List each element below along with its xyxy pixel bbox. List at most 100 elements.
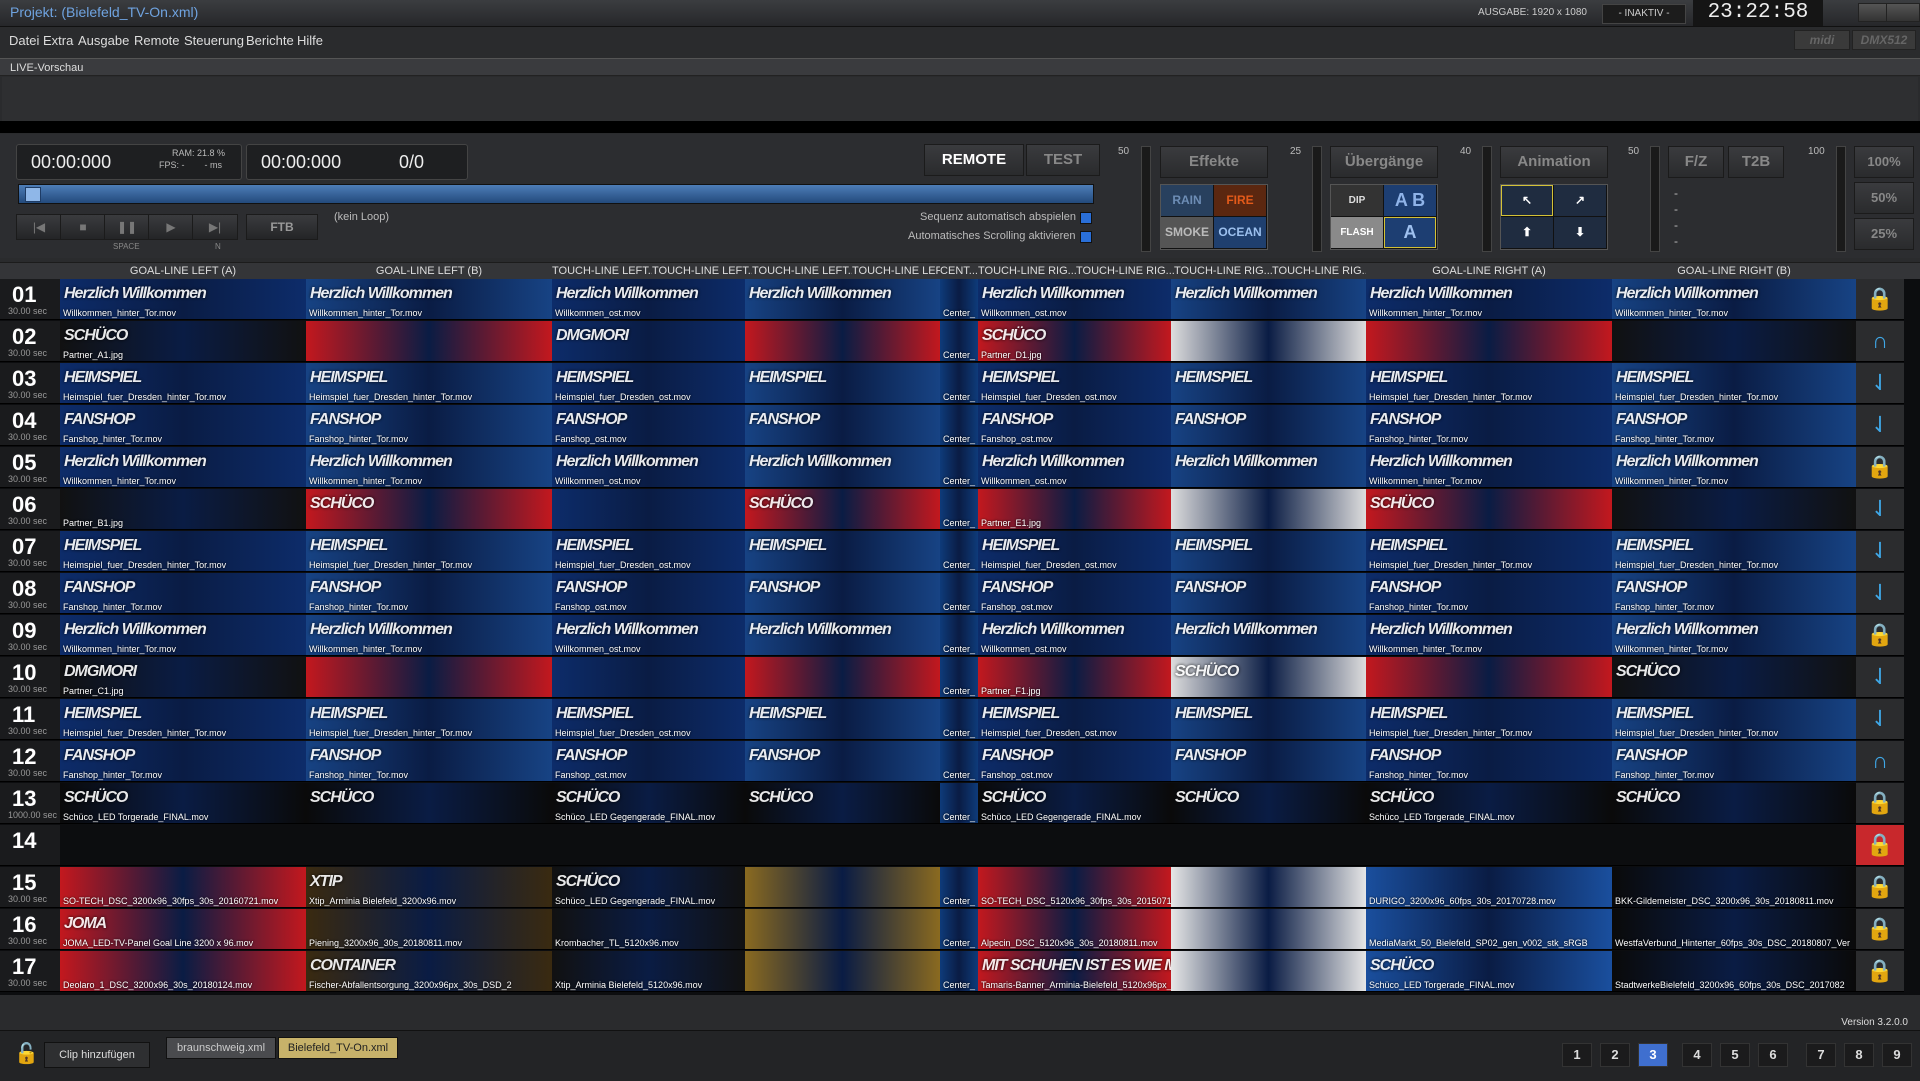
arrow-down-icon[interactable]: ⇃ [1871, 580, 1889, 605]
clip-cell[interactable]: HEIMSPIEL Heimspiel_fuer_Dresden_ost.mov [552, 531, 746, 572]
clip-cell[interactable]: Center_ [940, 531, 979, 572]
row-label[interactable]: 09 30.00 sec [0, 615, 60, 656]
maximize-button[interactable] [1886, 3, 1920, 22]
clip-cell[interactable] [306, 825, 553, 866]
row-lock-button[interactable]: 🔒 [1856, 867, 1904, 908]
row-label[interactable]: 07 30.00 sec [0, 531, 60, 572]
row-lock-button[interactable]: 🔒 [1856, 615, 1904, 656]
clip-cell[interactable]: FANSHOP [1171, 741, 1367, 782]
clip-cell[interactable] [745, 825, 941, 866]
transition-dip-black[interactable]: DIP BLACK [1331, 185, 1383, 237]
row-label[interactable]: 10 30.00 sec [0, 657, 60, 698]
clip-cell[interactable]: FANSHOP Fanshop_hinter_Tor.mov [1612, 573, 1857, 614]
column-header[interactable]: GOAL-LINE LEFT (A) [60, 263, 306, 279]
clip-cell[interactable]: StadtwerkeBielefeld_3200x96_60fps_30s_DS… [1612, 951, 1857, 992]
column-header[interactable]: TOUCH-LINE RIG... [978, 263, 1076, 279]
row-lock-button[interactable]: ⇃ [1856, 657, 1904, 698]
page-button-6[interactable]: 6 [1758, 1043, 1788, 1067]
zoom-25-button[interactable]: 25% [1854, 218, 1914, 250]
row-label[interactable]: 17 30.00 sec [0, 951, 60, 992]
row-lock-button[interactable]: 🔒 [1856, 825, 1904, 866]
clip-cell[interactable]: JOMA JOMA_LED-TV-Panel Goal Line 3200 x 9… [60, 909, 307, 950]
clip-cell[interactable]: Center_ [940, 321, 979, 362]
clip-cell[interactable]: Herzlich Willkommen Willkommen_hinter_Tor… [1366, 615, 1613, 656]
clip-cell[interactable] [1171, 489, 1367, 530]
clip-cell[interactable]: Xtip_Arminia Bielefeld_5120x96.mov [552, 951, 746, 992]
clip-cell[interactable] [552, 657, 746, 698]
clip-cell[interactable]: HEIMSPIEL Heimspiel_fuer_Dresden_hinter_T… [60, 363, 307, 404]
menu-berichte[interactable]: Berichte [246, 33, 294, 48]
loop-icon[interactable]: ∩ [1872, 328, 1888, 353]
clip-cell[interactable] [1366, 657, 1613, 698]
column-header[interactable]: GOAL-LINE RIGHT (A) [1366, 263, 1612, 279]
clip-cell[interactable]: Center_ [940, 363, 979, 404]
clip-cell[interactable]: Herzlich Willkommen Willkommen_hinter_Tor… [60, 615, 307, 656]
clip-cell[interactable]: HEIMSPIEL [1171, 531, 1367, 572]
row-label[interactable]: 06 30.00 sec [0, 489, 60, 530]
clip-cell[interactable]: Center_ [940, 951, 979, 992]
clip-cell[interactable]: FANSHOP [1171, 573, 1367, 614]
clip-cell[interactable]: Herzlich Willkommen [745, 615, 941, 656]
clip-cell[interactable]: FANSHOP Fanshop_ost.mov [978, 741, 1172, 782]
clip-cell[interactable]: SCHÜCO Schüco_LED Gegengerade_FINAL.mov [552, 867, 746, 908]
clip-cell[interactable] [1171, 909, 1367, 950]
clip-cell[interactable] [1612, 489, 1857, 530]
clip-cell[interactable]: HEIMSPIEL [745, 531, 941, 572]
clip-cell[interactable] [1366, 321, 1613, 362]
clip-cell[interactable]: Herzlich Willkommen Willkommen_ost.mov [978, 279, 1172, 320]
clip-cell[interactable]: Center_ [940, 405, 979, 446]
zoom-50-button[interactable]: 50% [1854, 182, 1914, 214]
clip-cell[interactable]: DMGMORI [552, 321, 746, 362]
clip-cell[interactable] [1612, 825, 1857, 866]
row-lock-button[interactable]: 🔒 [1856, 783, 1904, 824]
clip-cell[interactable]: Partner_B1.jpg [60, 489, 307, 530]
clip-cell[interactable]: SCHÜCO [1366, 489, 1613, 530]
column-header[interactable]: GOAL-LINE RIGHT (B) [1612, 263, 1856, 279]
clip-cell[interactable]: Herzlich Willkommen Willkommen_hinter_Tor… [1612, 447, 1857, 488]
clip-cell[interactable]: Herzlich Willkommen Willkommen_hinter_Tor… [60, 447, 307, 488]
transition-a[interactable]: A [1384, 217, 1436, 248]
clip-cell[interactable]: Piening_3200x96_30s_20180811.mov [306, 909, 553, 950]
clip-cell[interactable] [1612, 321, 1857, 362]
clip-cell[interactable]: HEIMSPIEL [1171, 363, 1367, 404]
row-lock-button[interactable]: ⇃ [1856, 405, 1904, 446]
effekte-button[interactable]: Effekte [1160, 146, 1268, 178]
clip-cell[interactable]: DMGMORI Partner_C1.jpg [60, 657, 307, 698]
row-label[interactable]: 16 30.00 sec [0, 909, 60, 950]
tab-braunschweig[interactable]: braunschweig.xml [166, 1037, 276, 1059]
clip-cell[interactable]: SCHÜCO [1171, 657, 1367, 698]
clip-cell[interactable]: SCHÜCO Schüco_LED Torgerade_FINAL.mov [60, 783, 307, 824]
row-lock-button[interactable]: 🔒 [1856, 447, 1904, 488]
ftb-button[interactable]: FTB [246, 214, 318, 240]
clip-cell[interactable]: HEIMSPIEL [1171, 699, 1367, 740]
arrow-down-icon[interactable]: ⇃ [1871, 412, 1889, 437]
row-label[interactable]: 01 30.00 sec [0, 279, 60, 320]
clip-cell[interactable]: FANSHOP Fanshop_ost.mov [978, 573, 1172, 614]
clip-cell[interactable]: Herzlich Willkommen [1171, 279, 1367, 320]
column-header[interactable]: TOUCH-LINE RIG... [1272, 263, 1366, 279]
clip-cell[interactable]: Herzlich Willkommen [1171, 447, 1367, 488]
clip-cell[interactable]: FANSHOP Fanshop_hinter_Tor.mov [306, 573, 553, 614]
tab-bielefeld[interactable]: Bielefeld_TV-On.xml [278, 1037, 398, 1059]
clip-cell[interactable]: Herzlich Willkommen Willkommen_ost.mov [552, 615, 746, 656]
row-label[interactable]: 11 30.00 sec [0, 699, 60, 740]
lock-icon[interactable]: 🔓 [14, 1041, 39, 1066]
row-label[interactable]: 08 30.00 sec [0, 573, 60, 614]
clip-cell[interactable]: Center_ [940, 489, 979, 530]
sequence-progress-bar[interactable] [18, 184, 1094, 204]
effect-fire[interactable]: FIRE [1214, 185, 1266, 216]
clip-cell[interactable] [1171, 825, 1367, 866]
loop-icon[interactable]: ∩ [1872, 748, 1888, 773]
animation-slider[interactable] [1482, 146, 1492, 252]
clip-cell[interactable]: SCHÜCO Schüco_LED Gegengerade_FINAL.mov [978, 783, 1172, 824]
row-lock-button[interactable]: ⇃ [1856, 573, 1904, 614]
clip-cell[interactable]: Herzlich Willkommen [745, 279, 941, 320]
clip-cell[interactable] [552, 825, 746, 866]
clip-cell[interactable]: Herzlich Willkommen Willkommen_hinter_Tor… [60, 279, 307, 320]
clip-cell[interactable]: XTIP Xtip_Arminia Bielefeld_3200x96.mov [306, 867, 553, 908]
clip-cell[interactable] [552, 489, 746, 530]
clip-cell[interactable]: MediaMarkt_50_Bielefeld_SP02_gen_v002_st… [1366, 909, 1613, 950]
clip-cell[interactable]: HEIMSPIEL Heimspiel_fuer_Dresden_ost.mov [552, 363, 746, 404]
column-header[interactable]: TOUCH-LINE LEFT... [852, 263, 940, 279]
animation-arrow-up-icon[interactable]: ⬆ [1501, 217, 1553, 248]
